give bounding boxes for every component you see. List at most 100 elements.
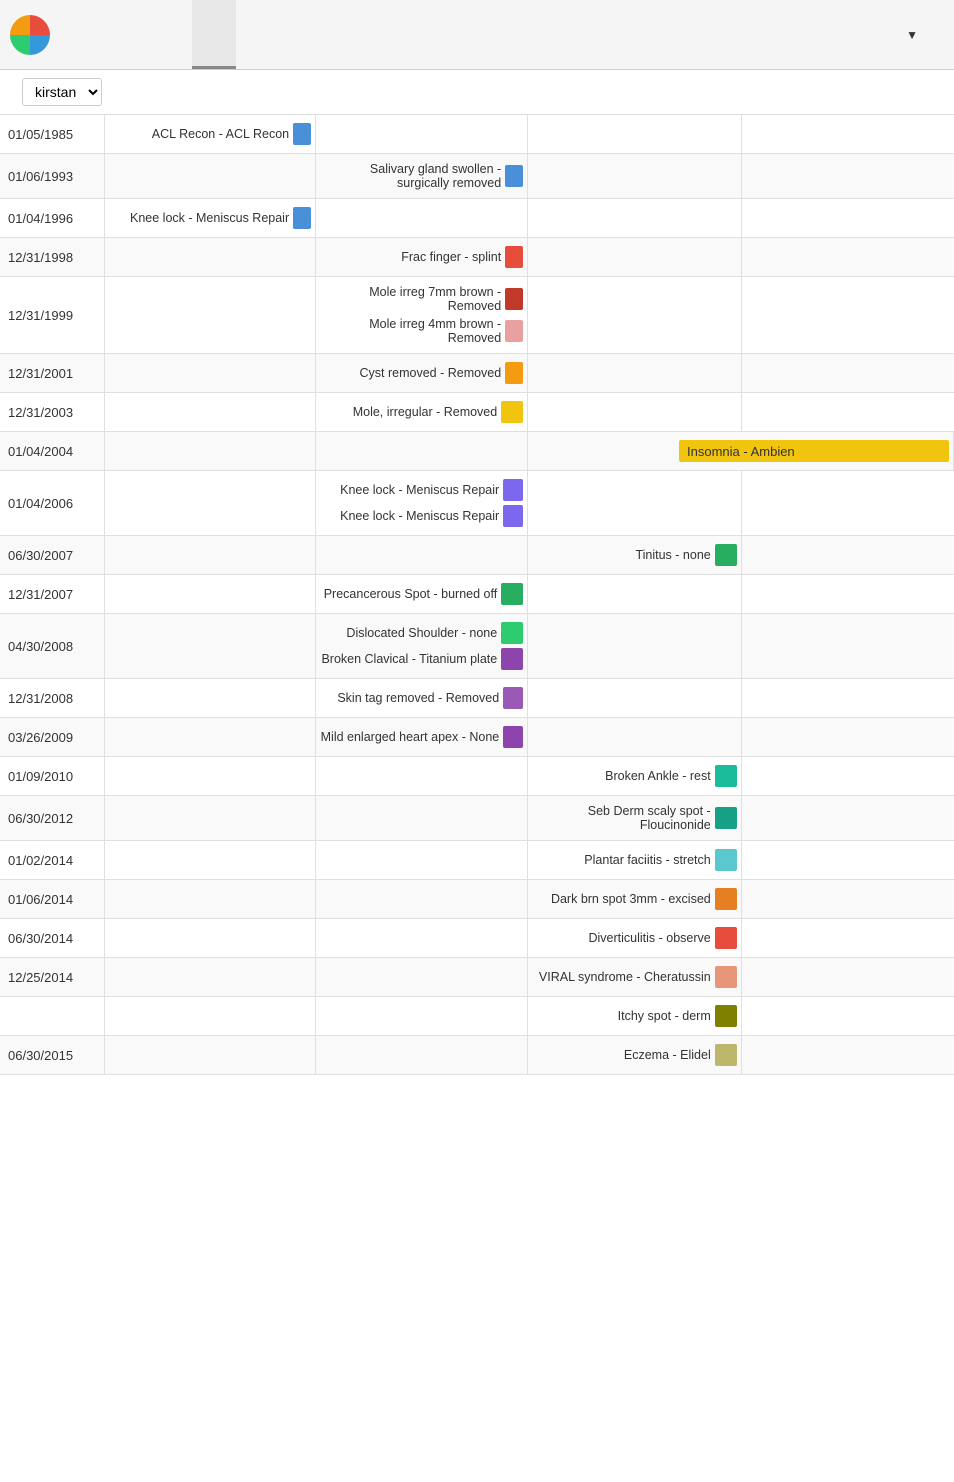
event-row: Itchy spot - derm — [532, 1003, 737, 1029]
event-label: Broken Ankle - rest — [605, 769, 711, 783]
event-row: Precancerous Spot - burned off — [320, 581, 523, 607]
nav-map[interactable] — [104, 0, 148, 69]
event-col-2 — [316, 919, 528, 958]
event-col-2: Knee lock - Meniscus Repair Knee lock - M… — [316, 471, 528, 536]
event-label: Knee lock - Meniscus Repair — [340, 483, 499, 497]
date-cell: 06/30/2012 — [0, 796, 104, 841]
event-col-3: Itchy spot - derm — [528, 997, 742, 1036]
table-row: 12/31/2003 Mole, irregular - Removed — [0, 393, 954, 432]
timeline-table: 01/05/1985ACL Recon - ACL Recon01/06/199… — [0, 115, 954, 1075]
event-bar — [501, 401, 523, 423]
nav-about[interactable] — [236, 0, 280, 69]
nav-summary[interactable] — [60, 0, 104, 69]
nav-feed[interactable] — [148, 0, 192, 69]
date-cell: 01/04/1996 — [0, 199, 104, 238]
date-cell: 01/04/2006 — [0, 471, 104, 536]
event-col-4 — [741, 199, 953, 238]
event-row: Cyst removed - Removed — [320, 360, 523, 386]
event-col-2: Mole irreg 7mm brown - RemovedMole irreg… — [316, 277, 528, 354]
event-col-2 — [316, 841, 528, 880]
table-row: 12/31/1998Frac finger - splint — [0, 238, 954, 277]
table-row: 01/04/1996Knee lock - Meniscus Repair — [0, 199, 954, 238]
date-cell: 01/02/2014 — [0, 841, 104, 880]
event-col-2: Salivary gland swollen - surgically remo… — [316, 154, 528, 199]
event-col-4 — [741, 277, 953, 354]
event-bar — [715, 1044, 737, 1066]
event-col-1 — [104, 238, 315, 277]
event-bar — [715, 544, 737, 566]
event-col-1: ACL Recon - ACL Recon — [104, 115, 315, 154]
date-cell: 12/31/1999 — [0, 277, 104, 354]
table-row: 01/09/2010Broken Ankle - rest — [0, 757, 954, 796]
event-col-3: Dark brn spot 3mm - excised — [528, 880, 742, 919]
event-bar — [293, 207, 311, 229]
event-bar — [503, 687, 523, 709]
event-col-3 — [528, 718, 742, 757]
event-row: Mild enlarged heart apex - None — [320, 724, 523, 750]
event-bar — [505, 165, 523, 187]
table-row: 12/31/1999 Mole irreg 7mm brown - Removed… — [0, 277, 954, 354]
event-row: Skin tag removed - Removed — [320, 685, 523, 711]
table-row: 12/31/2007Precancerous Spot - burned off — [0, 575, 954, 614]
event-col-2: Frac finger - splint — [316, 238, 528, 277]
event-bar — [505, 320, 523, 342]
event-col-2 — [316, 1036, 528, 1075]
event-col-4 — [741, 614, 953, 679]
event-row: Insomnia - Ambien — [532, 438, 949, 464]
event-row: Mole, irregular - Removed — [320, 399, 523, 425]
event-col-1 — [104, 997, 315, 1036]
event-bar — [503, 479, 523, 501]
event-col-2 — [316, 796, 528, 841]
nav-profile[interactable]: ▼ — [880, 0, 940, 69]
table-row: 12/25/2014VIRAL syndrome - Cheratussin — [0, 958, 954, 997]
date-cell: 12/31/2003 — [0, 393, 104, 432]
date-cell: 01/04/2004 — [0, 432, 104, 471]
table-row: 01/06/2014 Dark brn spot 3mm - excised — [0, 880, 954, 919]
event-label: Skin tag removed - Removed — [337, 691, 499, 705]
table-row: 01/05/1985ACL Recon - ACL Recon — [0, 115, 954, 154]
account-select[interactable]: kirstan — [22, 78, 102, 106]
event-label: Tinitus - none — [635, 548, 710, 562]
event-row: Mole irreg 7mm brown - Removed — [320, 283, 523, 315]
event-col-1 — [104, 841, 315, 880]
event-col-4 — [741, 536, 953, 575]
event-row: Diverticulitis - observe — [532, 925, 737, 951]
event-row: Seb Derm scaly spot - Floucinonide — [532, 802, 737, 834]
event-bar — [715, 888, 737, 910]
event-col-1 — [104, 614, 315, 679]
event-col-2: Mole, irregular - Removed — [316, 393, 528, 432]
date-cell: 03/26/2009 — [0, 718, 104, 757]
event-col-1 — [104, 919, 315, 958]
event-bar — [501, 648, 523, 670]
event-col-2: Precancerous Spot - burned off — [316, 575, 528, 614]
event-label: Knee lock - Meniscus Repair — [340, 509, 499, 523]
event-row: Knee lock - Meniscus Repair — [109, 205, 311, 231]
date-cell: 06/30/2015 — [0, 1036, 104, 1075]
date-cell: 12/31/2001 — [0, 354, 104, 393]
event-col-4 — [741, 919, 953, 958]
event-col-1 — [104, 432, 315, 471]
event-row: Broken Clavical - Titanium plate — [320, 646, 523, 672]
event-col-4 — [741, 354, 953, 393]
event-col-2 — [316, 115, 528, 154]
event-label: Cyst removed - Removed — [360, 366, 502, 380]
event-bar — [505, 246, 523, 268]
event-row: Eczema - Elidel — [532, 1042, 737, 1068]
table-row: 01/06/1993Salivary gland swollen - surgi… — [0, 154, 954, 199]
event-col-3 — [528, 575, 742, 614]
event-label: Frac finger - splint — [401, 250, 501, 264]
event-bar — [503, 505, 523, 527]
event-row: Mole irreg 4mm brown - Removed — [320, 315, 523, 347]
event-bar — [715, 807, 737, 829]
event-col-4 — [741, 718, 953, 757]
nav-timeline[interactable] — [192, 0, 236, 69]
date-cell: 01/06/2014 — [0, 880, 104, 919]
event-label: VIRAL syndrome - Cheratussin — [539, 970, 711, 984]
event-col-4 — [741, 796, 953, 841]
event-col-1 — [104, 471, 315, 536]
event-col-3 — [528, 354, 742, 393]
date-cell — [0, 997, 104, 1036]
event-col-1 — [104, 277, 315, 354]
event-label: Mole, irregular - Removed — [353, 405, 498, 419]
account-bar: kirstan — [0, 70, 954, 115]
